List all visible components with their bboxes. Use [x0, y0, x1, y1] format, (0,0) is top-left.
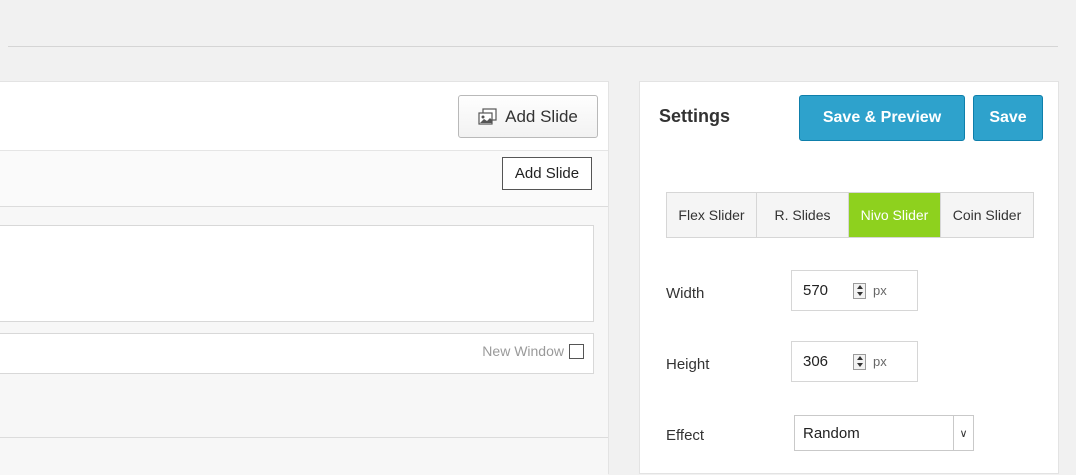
width-value: 570 [803, 282, 829, 299]
new-window-label: New Window [482, 343, 564, 359]
new-window-checkbox[interactable] [569, 343, 584, 359]
effect-label: Effect [666, 427, 705, 444]
height-unit: px [873, 354, 887, 369]
height-value: 306 [803, 353, 829, 370]
tab-coin-slider[interactable]: Coin Slider [941, 193, 1033, 237]
add-slide-tooltip: Add Slide [502, 157, 592, 190]
width-spinner[interactable] [853, 282, 866, 299]
add-image-icon [478, 107, 498, 126]
slider-type-tabs: Flex Slider R. Slides Nivo Slider Coin S… [666, 192, 1034, 238]
height-input[interactable]: 306 px [791, 341, 918, 382]
slide-caption-textarea[interactable] [0, 225, 594, 322]
chevron-down-icon: ∨ [953, 416, 973, 450]
settings-title: Settings [659, 106, 731, 126]
slide-divider [0, 437, 608, 438]
save-button[interactable]: Save [973, 95, 1043, 141]
spinner-up-icon [856, 285, 863, 289]
top-divider [8, 46, 1058, 47]
height-spinner[interactable] [853, 353, 866, 370]
width-input[interactable]: 570 px [791, 270, 918, 311]
spinner-down-icon [856, 292, 863, 296]
width-label: Width [666, 285, 705, 302]
add-slide-button[interactable]: Add Slide [458, 95, 598, 138]
tab-nivo-slider[interactable]: Nivo Slider [849, 193, 941, 237]
effect-value: Random [803, 424, 860, 442]
add-slide-label: Add Slide [505, 106, 578, 126]
height-label: Height [666, 356, 710, 373]
slide-link-input[interactable]: New Window [0, 333, 594, 374]
tab-r-slides[interactable]: R. Slides [757, 193, 849, 237]
slides-panel: Add Slide Add Slide New Window [0, 81, 609, 475]
spinner-down-icon [856, 363, 863, 367]
width-unit: px [873, 283, 887, 298]
new-window-option: New Window [482, 343, 584, 359]
effect-select[interactable]: Random ∨ [794, 415, 974, 451]
tab-flex-slider[interactable]: Flex Slider [667, 193, 757, 237]
settings-panel: Settings Save & Preview Save Flex Slider… [639, 81, 1059, 474]
save-preview-button[interactable]: Save & Preview [799, 95, 965, 141]
spinner-up-icon [856, 356, 863, 360]
